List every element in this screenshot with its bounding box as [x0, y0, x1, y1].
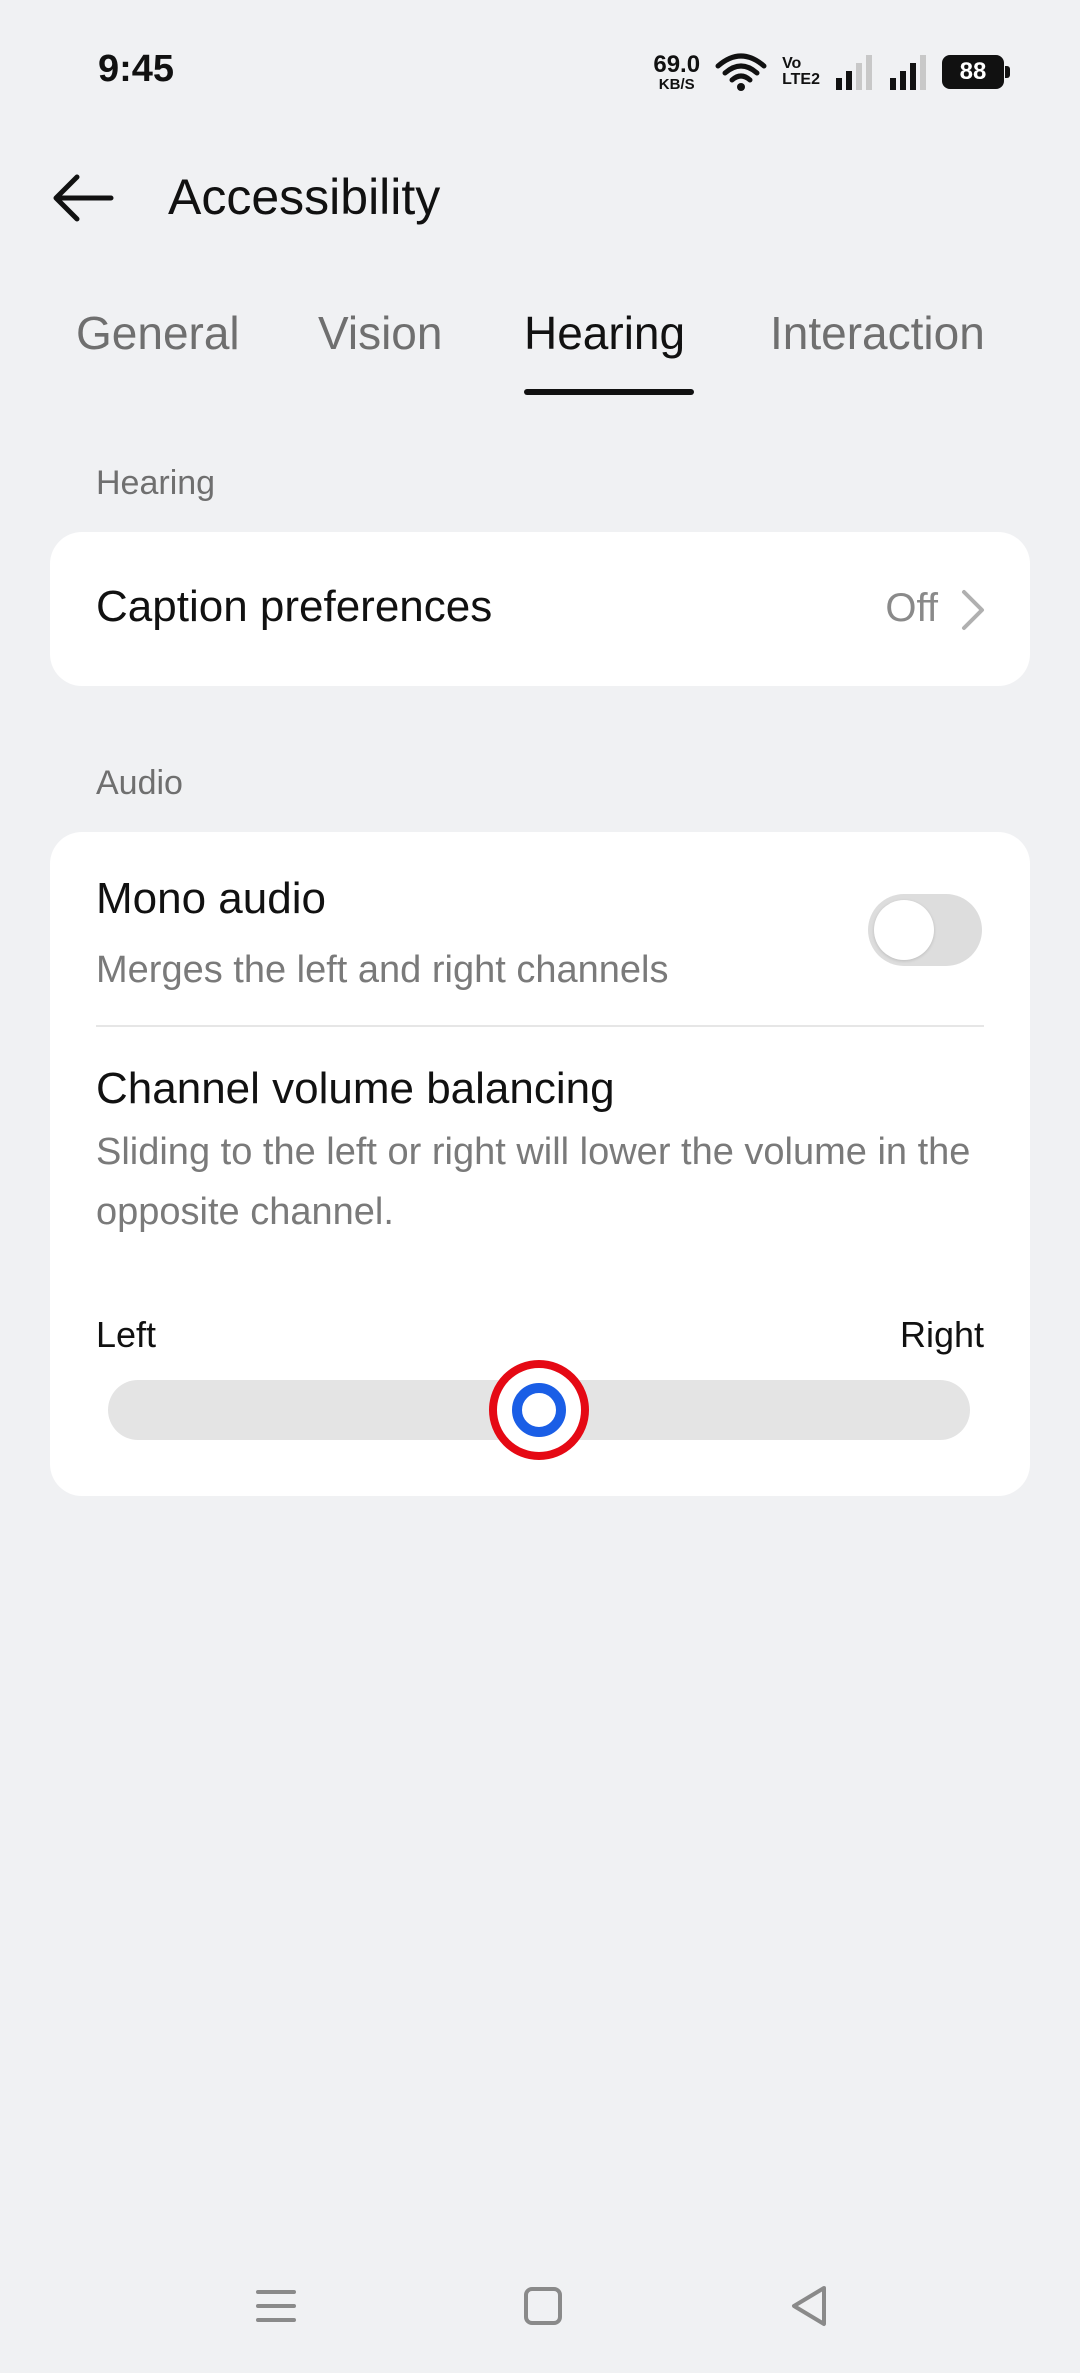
volte-bottom-label: LTE2	[782, 71, 820, 88]
slider-left-label: Left	[96, 1314, 157, 1355]
back-triangle-icon[interactable]	[780, 2276, 840, 2336]
slider-thumb-dot	[512, 1383, 566, 1437]
signal-icon-sim2	[890, 55, 926, 90]
network-speed: 69.0 KB/S	[653, 50, 701, 93]
tab-interaction[interactable]: Interaction	[770, 306, 985, 360]
tab-vision[interactable]: Vision	[318, 306, 442, 360]
status-icons: 69.0 KB/S Vo LTE2 88	[653, 48, 1010, 96]
caption-preferences-title: Caption preferences	[96, 582, 493, 631]
mono-audio-description: Merges the left and right channels	[96, 949, 669, 991]
volte-top-label: Vo	[782, 55, 802, 72]
mono-audio-toggle[interactable]	[868, 894, 982, 966]
network-speed-value: 69.0	[653, 50, 701, 78]
tab-general[interactable]: General	[76, 306, 240, 360]
divider	[96, 1025, 984, 1027]
accessibility-screen: 9:45 69.0 KB/S Vo LTE2 88 Accessibility …	[0, 0, 1080, 2373]
mono-audio-title: Mono audio	[96, 874, 326, 923]
network-speed-unit: KB/S	[658, 75, 695, 93]
toggle-knob	[874, 900, 934, 960]
tab-bar: General Vision Hearing Interaction	[0, 300, 1080, 400]
status-bar: 9:45 69.0 KB/S Vo LTE2 88	[0, 0, 1080, 140]
audio-card: Mono audio Merges the left and right cha…	[50, 832, 1030, 1496]
channel-balance-description: Sliding to the left or right will lower …	[96, 1131, 971, 1233]
slider-right-label: Right	[899, 1314, 984, 1355]
active-tab-indicator	[524, 389, 694, 395]
navigation-bar	[0, 2260, 1080, 2373]
arrow-left-icon	[53, 174, 114, 222]
signal-icon-sim1	[836, 55, 872, 90]
chevron-right-icon	[962, 590, 984, 630]
menu-icon[interactable]	[246, 2276, 306, 2336]
volte-indicator: Vo LTE2	[782, 56, 820, 88]
section-label-hearing: Hearing	[96, 464, 216, 502]
page-title: Accessibility	[168, 169, 441, 225]
home-square-icon[interactable]	[513, 2276, 573, 2336]
tab-hearing[interactable]: Hearing	[524, 306, 685, 360]
mono-audio-row[interactable]: Mono audio Merges the left and right cha…	[50, 832, 1030, 1026]
balance-slider-thumb[interactable]	[489, 1360, 589, 1460]
battery-icon: 88	[942, 55, 1010, 89]
wifi-icon	[715, 53, 767, 91]
section-label-audio: Audio	[96, 764, 183, 802]
back-button[interactable]	[48, 163, 118, 233]
status-time: 9:45	[98, 48, 175, 90]
channel-balance-title: Channel volume balancing	[96, 1064, 615, 1113]
channel-balance-row: Channel volume balancing Sliding to the …	[50, 1028, 1030, 1496]
caption-preferences-row[interactable]: Caption preferences Off	[50, 532, 1030, 686]
caption-preferences-value: Off	[885, 586, 938, 630]
